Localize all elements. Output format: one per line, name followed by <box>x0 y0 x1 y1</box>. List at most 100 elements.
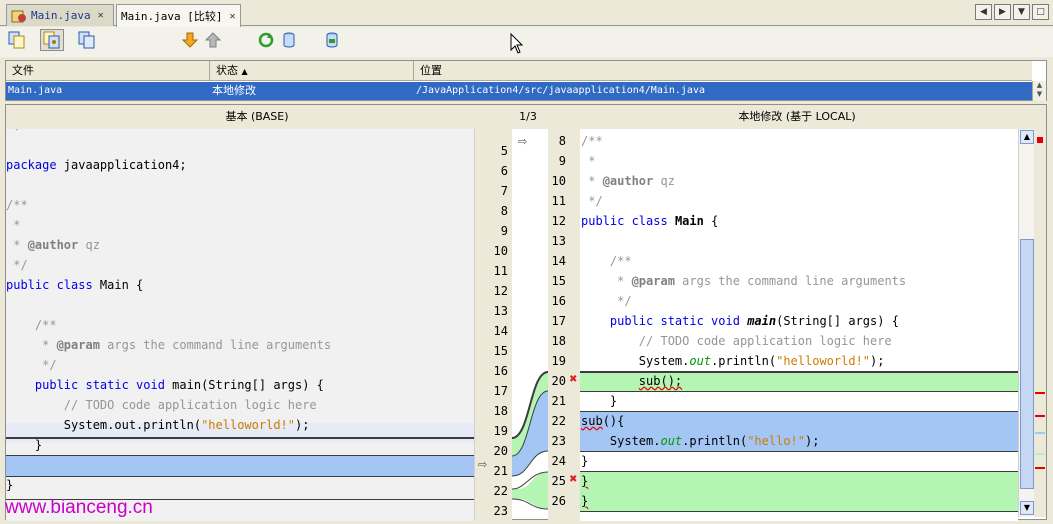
local-line-numbers: 8 9 10 11 12 13 14 15 16 17 18 19 20 ✖ 21 22 23 24 25 ✖ 26 <box>548 129 580 521</box>
scroll-down-icon[interactable]: ▼ <box>1020 501 1034 515</box>
show-local-changes-button[interactable] <box>40 29 64 51</box>
diff-arrow-icon: ⇨ <box>518 135 527 148</box>
local-code-pane[interactable]: /** * * @author qz */ public class Main … <box>580 129 1018 521</box>
line-number: 14 <box>493 324 508 338</box>
base-line-numbers: 5 6 7 8 9 10 11 12 13 14 15 16 17 18 19 20 21 22 23 ⇨ <box>474 129 512 521</box>
show-all-changes-button[interactable] <box>5 29 29 51</box>
line-number: 9 <box>500 224 508 238</box>
sort-ascending-icon: ▲ <box>241 67 248 76</box>
java-file-icon <box>11 9 27 23</box>
refresh-button[interactable] <box>254 29 278 51</box>
file-status-table: 文件 状态 ▲ 位置 Main.java 本地修改 /JavaApplicati… <box>5 60 1047 101</box>
line-number: 15 <box>493 344 508 358</box>
line-number: 10 <box>551 174 566 188</box>
tab-label: Main.java [比较] <box>121 10 223 23</box>
diff-toolbar <box>0 27 1053 57</box>
line-number: 7 <box>500 184 508 198</box>
line-number: 17 <box>551 314 566 328</box>
line-number: 11 <box>551 194 566 208</box>
database-icon <box>283 32 295 48</box>
line-number: 11 <box>493 264 508 278</box>
line-number: 18 <box>551 334 566 348</box>
arrow-down-icon <box>181 32 199 48</box>
local-pane-title: 本地修改 (基于 LOCAL) <box>548 105 1046 129</box>
line-number: 25 <box>551 474 566 488</box>
scroll-up-icon[interactable]: ▲ <box>1020 130 1034 144</box>
line-number: 8 <box>558 134 566 148</box>
line-number: 13 <box>493 304 508 318</box>
show-remote-changes-button[interactable] <box>75 29 99 51</box>
local-added-block <box>580 472 1018 512</box>
row-location: /JavaApplication4/src/javaapplication4/M… <box>416 85 705 96</box>
line-number: 16 <box>551 294 566 308</box>
line-number: 26 <box>551 494 566 508</box>
arrow-up-icon <box>204 32 222 48</box>
remote-changes-icon <box>78 31 95 49</box>
line-number: 19 <box>551 354 566 368</box>
line-number: 12 <box>551 214 566 228</box>
table-header: 文件 状态 ▲ 位置 <box>6 61 1032 81</box>
line-number: 13 <box>551 234 566 248</box>
error-icon[interactable]: ✖ <box>569 374 577 385</box>
line-number: 19 <box>493 424 508 438</box>
line-number: 6 <box>500 164 508 178</box>
update-button[interactable] <box>277 29 301 51</box>
close-icon[interactable]: ✕ <box>98 10 104 21</box>
line-number: 21 <box>551 394 566 408</box>
commit-icon <box>326 32 338 48</box>
base-changed-block <box>6 456 474 476</box>
diff-counter: 1/3 <box>508 105 548 129</box>
scroll-right-icon[interactable]: ▶ <box>994 4 1011 20</box>
line-number: 23 <box>493 504 508 518</box>
tab-controls: ◀ ▶ ▼ □ <box>975 4 1049 20</box>
error-stripe <box>1034 129 1046 517</box>
error-indicator-icon[interactable] <box>1037 137 1043 143</box>
diff-connector: ⇨ <box>512 135 548 510</box>
line-number: 23 <box>551 434 566 448</box>
commit-button[interactable] <box>320 29 344 51</box>
tab-main-java[interactable]: Main.java ✕ <box>6 4 114 26</box>
column-header-location[interactable]: 位置 <box>414 61 1032 81</box>
scrollbar-thumb[interactable] <box>1020 239 1034 489</box>
table-scrollbar[interactable]: ▲ ▼ <box>1032 81 1046 101</box>
table-row[interactable]: Main.java 本地修改 /JavaApplication4/src/jav… <box>6 82 1032 100</box>
tab-main-java-compare[interactable]: Main.java [比较] ✕ <box>116 4 241 27</box>
line-number: 22 <box>551 414 566 428</box>
row-status: 本地修改 <box>212 84 256 97</box>
column-header-file[interactable]: 文件 <box>6 61 210 81</box>
line-number: 8 <box>500 204 508 218</box>
mouse-cursor-icon <box>510 33 524 54</box>
refresh-icon <box>258 32 274 48</box>
line-number: 18 <box>493 404 508 418</box>
line-number: 20 <box>551 374 566 388</box>
close-icon[interactable]: ✕ <box>229 11 235 22</box>
editor-tab-bar: Main.java ✕ Main.java [比较] ✕ ◀ ▶ ▼ □ <box>0 0 1053 27</box>
current-diff-arrow-icon: ⇨ <box>478 458 488 471</box>
base-code-pane[interactable]: */ package javaapplication4; /** * * @au… <box>6 129 474 521</box>
column-header-status[interactable]: 状态 ▲ <box>210 61 414 81</box>
diff-view-icon <box>8 31 25 49</box>
base-pane-title: 基本 (BASE) <box>6 105 508 129</box>
error-icon[interactable]: ✖ <box>569 474 577 485</box>
scroll-left-icon[interactable]: ◀ <box>975 4 992 20</box>
diff-panel: 基本 (BASE) 1/3 本地修改 (基于 LOCAL) */ package… <box>5 104 1047 521</box>
local-changes-icon <box>43 31 60 49</box>
line-number: 10 <box>493 244 508 258</box>
line-number: 22 <box>493 484 508 498</box>
line-number: 9 <box>558 154 566 168</box>
previous-difference-button[interactable] <box>201 29 225 51</box>
line-number: 14 <box>551 254 566 268</box>
row-file: Main.java <box>8 85 63 96</box>
line-number: 17 <box>493 384 508 398</box>
watermark: www.bianceng.cn <box>5 497 153 518</box>
maximize-icon[interactable]: □ <box>1032 4 1049 20</box>
line-number: 15 <box>551 274 566 288</box>
tab-label: Main.java <box>31 9 91 22</box>
local-vertical-scrollbar[interactable]: ▲ ▼ <box>1018 129 1034 517</box>
line-number: 5 <box>500 144 508 158</box>
next-difference-button[interactable] <box>178 29 202 51</box>
line-number: 24 <box>551 454 566 468</box>
tab-list-icon[interactable]: ▼ <box>1013 4 1030 20</box>
line-number: 16 <box>493 364 508 378</box>
line-number: 12 <box>493 284 508 298</box>
